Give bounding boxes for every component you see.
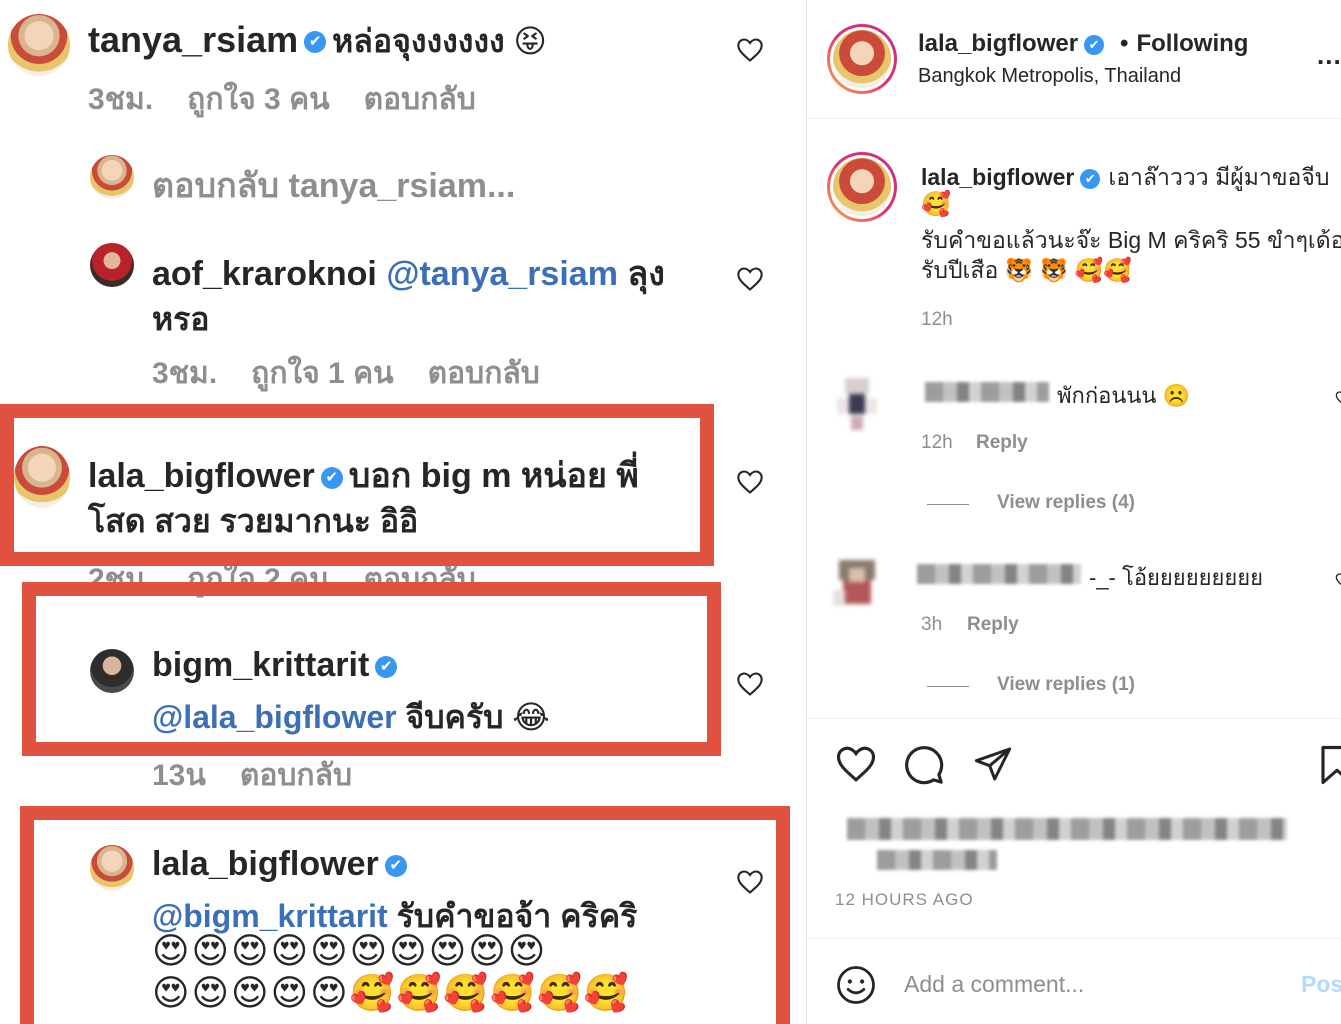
reply-button[interactable]: ตอบกลับ xyxy=(428,357,540,390)
avatar[interactable] xyxy=(90,155,134,199)
header-dot: • xyxy=(1120,30,1129,57)
share-send-icon[interactable] xyxy=(973,744,1013,784)
comment-time: 3h xyxy=(921,614,943,635)
caption-username[interactable]: lala_bigflower xyxy=(921,164,1074,190)
highlight-box xyxy=(20,806,790,1024)
comment-likes[interactable]: ถูกใจ 3 คน xyxy=(187,83,330,116)
profile-avatar[interactable] xyxy=(827,24,897,94)
blurred-avatar[interactable] xyxy=(829,550,885,618)
blurred-likes-line xyxy=(847,818,1287,840)
blurred-likes-line xyxy=(877,850,997,870)
like-heart-icon[interactable] xyxy=(736,469,764,495)
divider xyxy=(807,938,1341,939)
comment-username[interactable]: tanya_rsiam ✔ หล่อจุงงงงงง 😝 xyxy=(88,16,547,67)
verified-icon: ✔ xyxy=(1080,168,1101,189)
comment-text: พักก่อนนน ☹️ xyxy=(1057,383,1190,408)
comment-time: 13น xyxy=(152,759,206,792)
following-button[interactable]: Following xyxy=(1136,30,1248,57)
caption-line1: lala_bigflower ✔ เอาล๊าววว มีผู้มาขอจีบ xyxy=(921,160,1329,196)
add-comment-input[interactable]: Add a comment... xyxy=(904,971,1084,998)
bookmark-save-icon[interactable] xyxy=(1319,744,1341,786)
comment-bubble-icon[interactable] xyxy=(903,744,945,786)
reply-button[interactable]: ตอบกลับ xyxy=(240,759,352,792)
like-heart-icon[interactable] xyxy=(1335,390,1341,406)
blurred-username xyxy=(925,382,1049,402)
view-replies-line xyxy=(927,686,969,687)
divider xyxy=(807,118,1341,119)
highlight-box xyxy=(0,404,714,566)
caption-text-4: รับปีเสือ 🐯 🐯 🥰🥰 xyxy=(921,257,1132,283)
comment-text: ลุง xyxy=(627,255,665,293)
comment-time: 12h xyxy=(921,432,953,453)
view-replies-line xyxy=(927,504,969,505)
caption-avatar[interactable] xyxy=(827,152,897,222)
like-heart-icon[interactable] xyxy=(736,671,764,697)
comment-username[interactable]: aof_kraroknoi @tanya_rsiam ลุง xyxy=(152,246,665,300)
highlight-box xyxy=(22,582,721,756)
emoji-smiley-icon[interactable] xyxy=(835,964,877,1006)
post-timestamp: 12 HOURS AGO xyxy=(835,890,974,909)
blurred-username xyxy=(917,564,1081,584)
comment-text-cont: หรอ xyxy=(152,301,210,337)
more-options-icon[interactable]: ... xyxy=(1317,40,1341,71)
verified-icon: ✔ xyxy=(1084,34,1105,55)
comment-text: หล่อจุงงงงงง 😝 xyxy=(332,23,547,59)
caption-text-2: 🥰 xyxy=(921,191,951,218)
comment-meta: 3ชม. ถูกใจ 3 คน ตอบกลับ xyxy=(88,76,510,123)
like-heart-icon[interactable] xyxy=(835,744,877,784)
post-detail-panel: lala_bigflower ✔ • Following Bangkok Metrop… xyxy=(806,0,1341,1024)
avatar[interactable] xyxy=(8,14,70,76)
verified-icon: ✔ xyxy=(304,31,327,54)
header-username-row: lala_bigflower ✔ • Following xyxy=(918,30,1248,58)
divider xyxy=(807,718,1341,719)
reply-button[interactable]: ตอบกลับ xyxy=(364,83,476,116)
like-heart-icon[interactable] xyxy=(736,37,764,63)
view-replies-button[interactable]: View replies (4) xyxy=(997,492,1135,514)
comment-text: -_- โอ้ยยยยยยยยย xyxy=(1089,565,1264,590)
comment-meta: 13น ตอบกลับ xyxy=(152,752,386,799)
reply-button[interactable]: Reply xyxy=(976,432,1028,454)
left-comment-panel: tanya_rsiam ✔ หล่อจุงงงงงง 😝 3ชม. ถูกใจ 3 ค… xyxy=(0,0,806,1024)
like-heart-icon[interactable] xyxy=(736,266,764,292)
header-username[interactable]: lala_bigflower xyxy=(918,30,1078,57)
mention-link[interactable]: @tanya_rsiam xyxy=(386,255,618,293)
comment-meta: 3ชม. ถูกใจ 1 คน ตอบกลับ xyxy=(152,350,574,397)
blurred-avatar[interactable] xyxy=(829,370,885,438)
avatar[interactable] xyxy=(90,243,134,287)
username-text[interactable]: aof_kraroknoi xyxy=(152,255,377,293)
comment-time: 3ชม. xyxy=(88,83,154,116)
header-location[interactable]: Bangkok Metropolis, Thailand xyxy=(918,65,1181,88)
comment-likes[interactable]: ถูกใจ 1 คน xyxy=(251,357,394,390)
username-text[interactable]: tanya_rsiam xyxy=(88,19,298,60)
reply-button[interactable]: Reply xyxy=(967,614,1019,636)
comment-time: 3ชม. xyxy=(152,357,218,390)
like-heart-icon[interactable] xyxy=(1335,572,1341,588)
view-replies-link[interactable]: ตอบกลับ tanya_rsiam... xyxy=(152,158,515,212)
view-replies-button[interactable]: View replies (1) xyxy=(997,674,1135,696)
post-comment-button[interactable]: Post xyxy=(1301,971,1341,998)
caption-text: เอาล๊าววว มีผู้มาขอจีบ xyxy=(1108,164,1330,190)
caption-time: 12h xyxy=(921,309,953,330)
